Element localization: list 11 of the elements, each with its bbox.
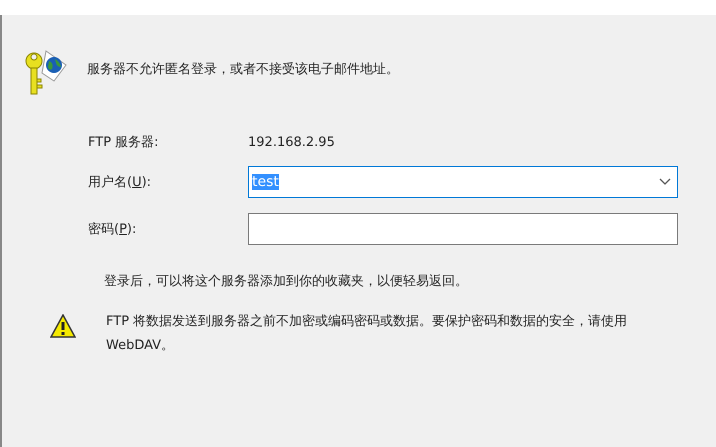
info-text: 登录后，可以将这个服务器添加到你的收藏夹，以便轻易返回。 xyxy=(104,273,469,290)
password-field[interactable] xyxy=(248,213,678,245)
warning-icon xyxy=(50,314,76,338)
server-address: 192.168.2.95 xyxy=(248,134,336,150)
message-text: 服务器不允许匿名登录，或者不接受该电子邮件地址。 xyxy=(87,61,399,78)
field-label: 密码(P): xyxy=(88,221,138,238)
warning-text: FTP 将数据发送到服务器之前不加密或编码密码或数据。要保护密码和数据的安全，请使用 WebDAV。 xyxy=(106,313,628,355)
field-label: 用户名(U): xyxy=(88,174,152,191)
username-combo-box[interactable]: test xyxy=(248,166,678,198)
field-label: FTP 服务器: xyxy=(88,134,160,151)
chevron-down-icon[interactable] xyxy=(659,178,671,186)
